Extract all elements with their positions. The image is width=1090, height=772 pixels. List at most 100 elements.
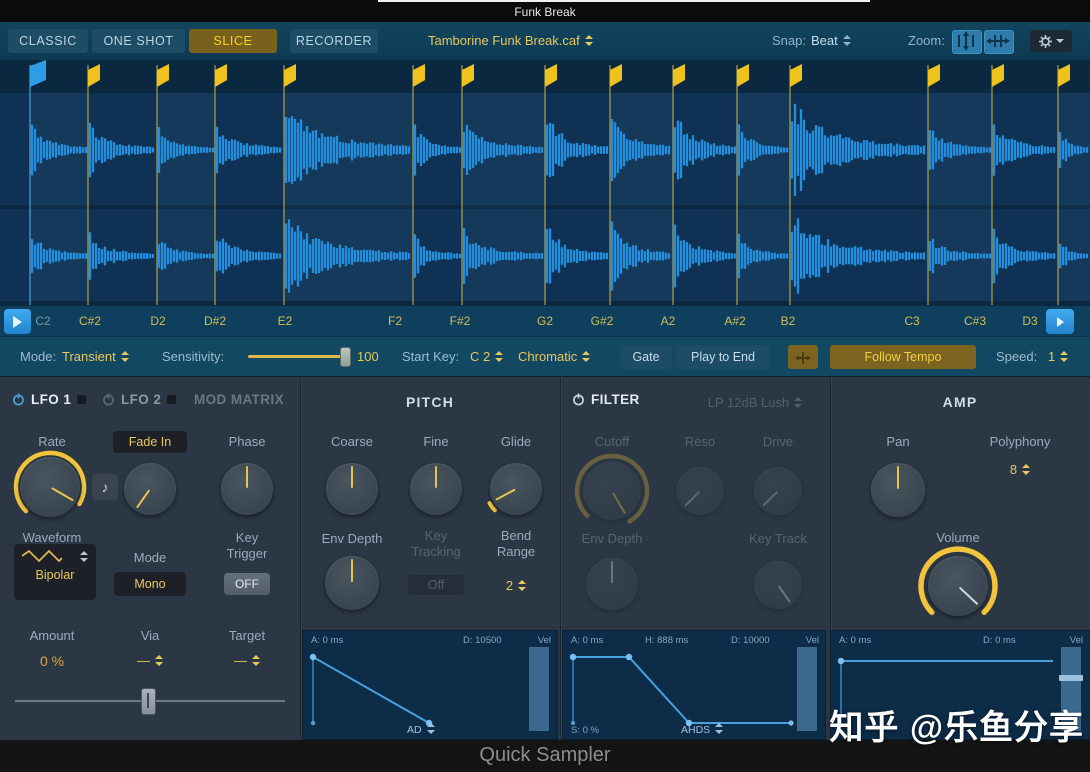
watermark: 知乎 @乐鱼分享 <box>829 700 1084 749</box>
slice-marker-flag[interactable] <box>462 64 474 87</box>
pitch-env-depth-knob[interactable] <box>325 556 379 610</box>
gate-button[interactable]: Gate <box>620 345 672 369</box>
filter-key-track-knob[interactable] <box>754 561 802 609</box>
titlebar-highlight <box>378 0 870 2</box>
key-label-C3[interactable]: C3 <box>890 314 934 328</box>
slice-marker-flag-start[interactable] <box>30 60 46 87</box>
mode-button-one-shot[interactable]: ONE SHOT <box>92 29 185 53</box>
pitch-envelope-panel[interactable]: A: 0 ms D: 10500 Vel AD <box>302 630 558 740</box>
sample-file-selector[interactable]: Tamborine Funk Break.caf <box>428 29 593 53</box>
fine-knob[interactable] <box>410 463 462 515</box>
volume-label: Volume <box>923 530 993 546</box>
stepper-icon[interactable] <box>843 35 851 46</box>
volume-knob[interactable] <box>928 556 988 616</box>
filter-type-selector[interactable]: LP 12dB Lush <box>690 395 820 410</box>
slice-marker-flag[interactable] <box>157 64 169 87</box>
zoom-label: Zoom: <box>908 29 945 53</box>
amount-value[interactable]: 0 % <box>17 653 87 669</box>
filter-env-mode-selector[interactable]: AHDS <box>681 723 721 736</box>
slice-marker-flag[interactable] <box>928 64 940 87</box>
tab-lfo1[interactable]: LFO 1 <box>12 392 86 407</box>
flex-button[interactable] <box>788 345 818 369</box>
slice-marker-flag[interactable] <box>737 64 749 87</box>
filter-env-depth-knob[interactable] <box>586 558 638 610</box>
slice-marker-flag[interactable] <box>215 64 227 87</box>
amount-slider-handle[interactable] <box>141 688 156 715</box>
key-label-C2[interactable]: C2 <box>21 314 65 328</box>
key-tracking-toggle[interactable]: Off <box>408 575 464 595</box>
note-icon: ♪ <box>102 479 109 495</box>
key-label-C#2[interactable]: C#2 <box>68 314 112 328</box>
key-label-E2[interactable]: E2 <box>263 314 307 328</box>
polyphony-selector[interactable]: 8 <box>975 462 1065 477</box>
scale-selector[interactable]: Chromatic <box>518 349 590 364</box>
key-label-D3[interactable]: D3 <box>1008 314 1052 328</box>
key-label-A2[interactable]: A2 <box>646 314 690 328</box>
stepper-icon[interactable] <box>80 551 88 562</box>
rate-knob[interactable] <box>20 457 80 517</box>
play-to-end-button[interactable]: Play to End <box>676 345 770 369</box>
snap-control[interactable]: Snap:Beat <box>772 29 851 53</box>
tab-mod-matrix[interactable]: MOD MATRIX <box>194 392 284 407</box>
key-trigger-toggle[interactable]: OFF <box>224 573 270 595</box>
drive-knob[interactable] <box>754 467 802 515</box>
slice-marker-flag[interactable] <box>610 64 622 87</box>
key-label-F2[interactable]: F2 <box>373 314 417 328</box>
slice-marker-flag[interactable] <box>1058 64 1070 87</box>
slice-marker-flag[interactable] <box>673 64 685 87</box>
coarse-knob[interactable] <box>326 463 378 515</box>
filter-section-title[interactable]: FILTER <box>572 392 640 407</box>
fade-in-selector[interactable]: Fade In <box>113 431 187 453</box>
window-titlebar: Funk Break <box>0 0 1090 22</box>
bipolar-label[interactable]: Bipolar <box>14 568 96 582</box>
key-label-D#2[interactable]: D#2 <box>193 314 237 328</box>
filter-key-track-label: Key Track <box>740 531 816 547</box>
key-label-A#2[interactable]: A#2 <box>713 314 757 328</box>
reso-knob[interactable] <box>676 467 724 515</box>
slice-marker-flag[interactable] <box>790 64 802 87</box>
settings-menu-button[interactable] <box>1030 30 1072 52</box>
cutoff-knob[interactable] <box>583 462 641 520</box>
follow-tempo-button[interactable]: Follow Tempo <box>830 345 976 369</box>
slice-marker-flag[interactable] <box>545 64 557 87</box>
mode-button-classic[interactable]: CLASSIC <box>8 29 88 53</box>
mode-button-slice[interactable]: SLICE <box>189 29 277 53</box>
pan-knob[interactable] <box>871 463 925 517</box>
via-selector[interactable]: — <box>115 653 185 668</box>
key-label-F#2[interactable]: F#2 <box>438 314 482 328</box>
gear-icon <box>1039 35 1052 48</box>
filter-envelope-panel[interactable]: A: 0 ms H: 888 ms D: 10000 Vel S: 0 % AH… <box>562 630 826 740</box>
horizontal-zoom-button[interactable] <box>984 30 1014 54</box>
slice-marker-flag[interactable] <box>992 64 1004 87</box>
slice-options-row: Mode: Transient Sensitivity: 100 Start K… <box>0 336 1090 377</box>
filter-env-sustain[interactable]: S: 0 % <box>571 725 599 736</box>
start-key-selector[interactable]: C 2 <box>470 349 503 364</box>
lfo-mode-selector[interactable]: Mono <box>114 572 186 596</box>
lfo-mode-label: Mode <box>115 550 185 566</box>
waveform-graphic <box>0 60 1090 305</box>
key-label-B2[interactable]: B2 <box>766 314 810 328</box>
key-label-D2[interactable]: D2 <box>136 314 180 328</box>
pitch-env-mode-selector[interactable]: AD <box>407 723 433 736</box>
key-label-G#2[interactable]: G#2 <box>580 314 624 328</box>
stepper-icon[interactable] <box>585 35 593 46</box>
lfo-waveform-selector[interactable]: Bipolar <box>14 544 96 600</box>
bend-range-selector[interactable]: 2 <box>481 578 551 593</box>
key-label-C#3[interactable]: C#3 <box>953 314 997 328</box>
target-selector[interactable]: — <box>212 653 282 668</box>
slice-marker-flag[interactable] <box>88 64 100 87</box>
slice-marker-flag[interactable] <box>284 64 296 87</box>
speed-selector[interactable]: 1 <box>1048 349 1068 364</box>
vertical-zoom-button[interactable] <box>952 30 982 54</box>
slice-marker-flag[interactable] <box>413 64 425 87</box>
sensitivity-slider[interactable] <box>248 355 344 358</box>
glide-knob[interactable] <box>490 463 542 515</box>
key-label-G2[interactable]: G2 <box>523 314 567 328</box>
tab-lfo2[interactable]: LFO 2 <box>102 392 176 407</box>
mode-button-recorder[interactable]: RECORDER <box>290 29 378 53</box>
fade-in-knob[interactable] <box>124 463 176 515</box>
waveform-display[interactable] <box>0 60 1090 305</box>
slice-mode-selector[interactable]: Transient <box>62 349 129 364</box>
phase-knob[interactable] <box>221 463 273 515</box>
sensitivity-slider-handle[interactable] <box>340 347 351 367</box>
